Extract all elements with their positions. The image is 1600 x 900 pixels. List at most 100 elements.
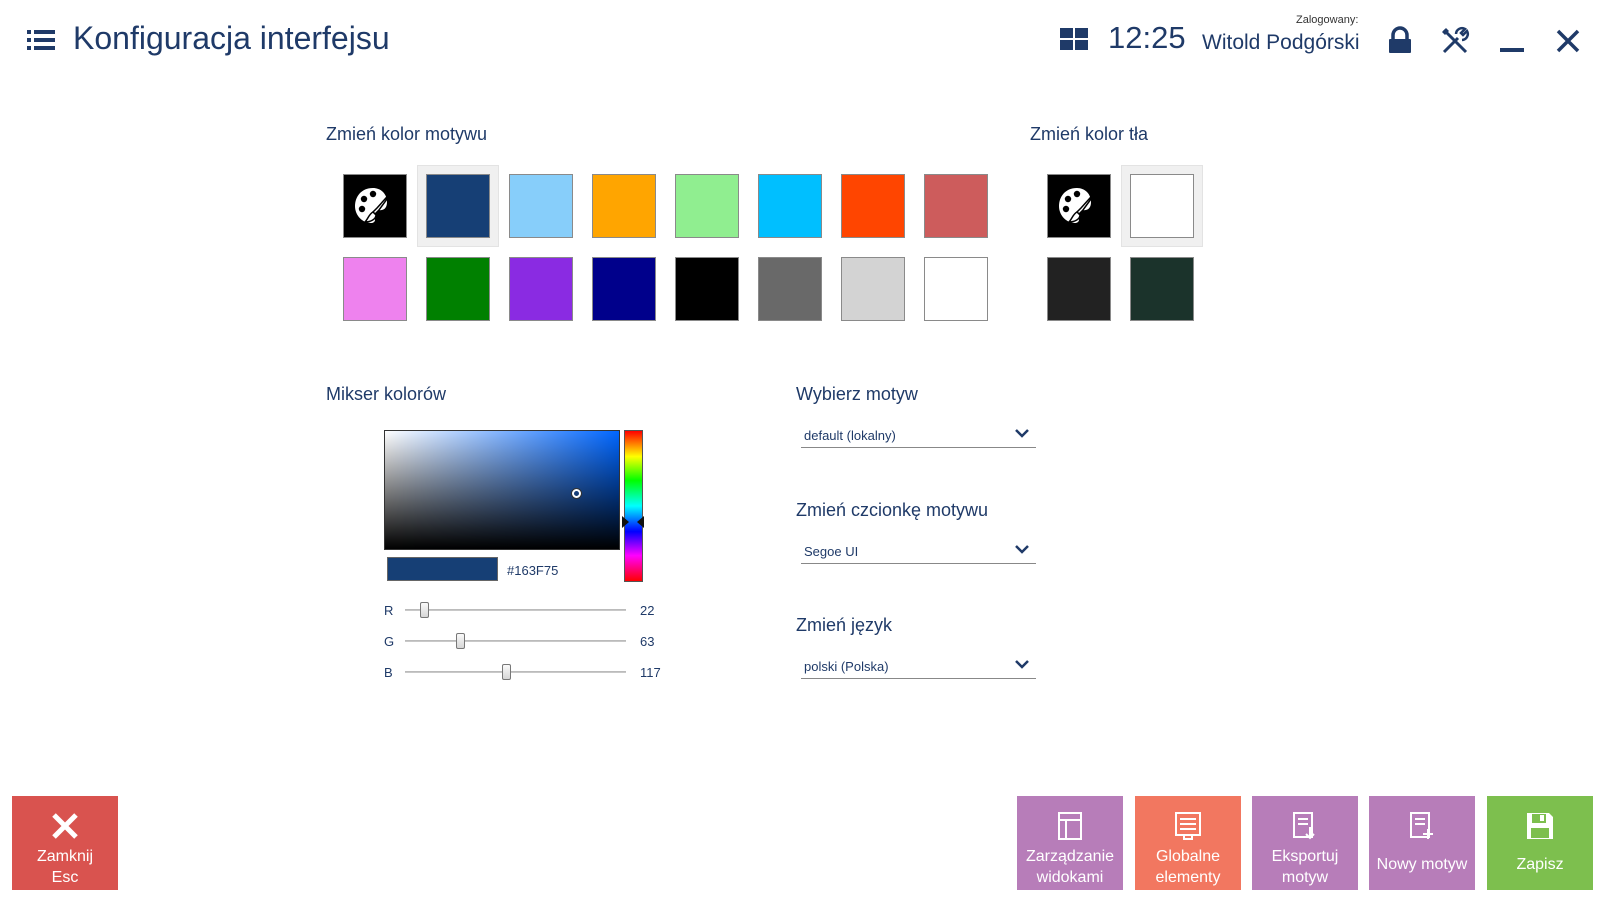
palette-swatch — [343, 174, 407, 238]
save-icon — [1525, 810, 1555, 842]
color-swatch-fill — [592, 174, 656, 238]
tools-button[interactable] — [1438, 24, 1472, 58]
language-select-label: Zmień język — [796, 615, 893, 635]
theme-color-swatch[interactable] — [583, 165, 665, 247]
color-swatch-fill — [1047, 257, 1111, 321]
close-button[interactable]: Zamknij Esc — [12, 796, 118, 890]
list-icon — [1173, 810, 1203, 842]
blue-slider-thumb[interactable] — [502, 664, 512, 680]
minimize-icon — [1500, 48, 1524, 52]
layout-icon — [1055, 810, 1085, 842]
font-select-value: Segoe UI — [804, 544, 859, 559]
blue-label: B — [384, 665, 393, 680]
color-swatch-fill — [509, 174, 573, 238]
user-name: Witold Podgórski — [1202, 31, 1360, 54]
red-label: R — [384, 603, 394, 618]
color-swatch-fill — [343, 257, 407, 321]
background-color-swatch[interactable] — [1121, 248, 1203, 330]
save-label: Zapisz — [1516, 856, 1564, 873]
theme-color-swatch[interactable] — [417, 248, 499, 330]
saturation-value-picker[interactable] — [384, 430, 620, 550]
background-color-swatch[interactable] — [1121, 165, 1203, 247]
new-theme-button[interactable]: Nowy motyw — [1369, 796, 1475, 890]
logged-in-label: Zalogowany: — [1296, 14, 1359, 26]
red-slider-track[interactable] — [405, 609, 626, 611]
green-slider-thumb[interactable] — [455, 633, 465, 649]
color-swatch-fill — [841, 174, 905, 238]
color-swatch-fill — [675, 174, 739, 238]
blue-value: 117 — [640, 665, 661, 680]
global-elements-button[interactable]: Globalne elementy — [1135, 796, 1241, 890]
save-button[interactable]: Zapisz — [1487, 796, 1593, 890]
color-swatch-fill — [924, 257, 988, 321]
color-swatch-fill — [426, 257, 490, 321]
color-swatch-fill — [924, 174, 988, 238]
export-theme-button[interactable]: Eksportuj motyw — [1252, 796, 1358, 890]
menu-icon[interactable] — [27, 30, 55, 50]
language-select[interactable]: polski (Polska) — [801, 655, 1036, 679]
font-select[interactable]: Segoe UI — [801, 540, 1036, 564]
color-swatch-fill — [1130, 257, 1194, 321]
theme-color-swatch[interactable] — [915, 248, 997, 330]
chevron-down-icon — [1015, 429, 1029, 438]
close-window-button[interactable] — [1551, 24, 1585, 58]
theme-color-swatch[interactable] — [500, 165, 582, 247]
theme-select-value: default (lokalny) — [804, 428, 896, 443]
clock: 12:25 — [1108, 20, 1186, 55]
theme-color-swatch[interactable] — [749, 165, 831, 247]
theme-select[interactable]: default (lokalny) — [801, 424, 1036, 448]
palette-icon — [355, 187, 396, 223]
manage-views-label: Zarządzanie widokami — [1025, 848, 1115, 886]
green-value: 63 — [640, 634, 655, 649]
theme-color-swatch[interactable] — [832, 248, 914, 330]
close-button-label: Zamknij Esc — [36, 848, 93, 886]
lock-button[interactable] — [1383, 24, 1417, 58]
theme-custom-color-button[interactable] — [334, 165, 416, 247]
background-color-label: Zmień kolor tła — [1030, 124, 1149, 144]
color-swatch-fill — [758, 174, 822, 238]
page-title: Konfiguracja interfejsu — [73, 20, 390, 56]
picker-cursor[interactable] — [572, 489, 581, 498]
green-label: G — [384, 634, 395, 649]
export-theme-label: Eksportuj motyw — [1271, 848, 1339, 886]
color-swatch-fill — [592, 257, 656, 321]
color-swatch-fill — [1130, 174, 1194, 238]
layout-grid-icon[interactable] — [1060, 28, 1088, 52]
font-select-label: Zmień czcionkę motywu — [796, 500, 989, 520]
tools-icon — [1442, 26, 1470, 54]
close-icon — [1556, 29, 1580, 53]
hue-slider[interactable] — [624, 430, 643, 582]
global-elements-label: Globalne elementy — [1155, 848, 1221, 886]
hue-marker-left[interactable] — [622, 516, 629, 528]
background-color-swatch[interactable] — [1038, 248, 1120, 330]
blue-slider-track[interactable] — [405, 671, 626, 673]
minimize-button[interactable] — [1495, 24, 1529, 58]
theme-color-swatch[interactable] — [500, 248, 582, 330]
hue-marker-right[interactable] — [637, 516, 644, 528]
chevron-down-icon — [1015, 660, 1029, 669]
color-swatch-fill — [509, 257, 573, 321]
theme-color-swatch[interactable] — [334, 248, 416, 330]
palette-icon — [1059, 187, 1100, 223]
theme-select-label: Wybierz motyw — [796, 384, 918, 404]
theme-color-swatch[interactable] — [915, 165, 997, 247]
color-mixer-label: Mikser kolorów — [326, 384, 447, 404]
theme-color-label: Zmień kolor motywu — [326, 124, 488, 144]
close-icon — [50, 810, 80, 842]
green-slider-track[interactable] — [405, 640, 626, 642]
theme-color-swatch[interactable] — [417, 165, 499, 247]
theme-color-swatch[interactable] — [583, 248, 665, 330]
theme-color-swatch[interactable] — [749, 248, 831, 330]
manage-views-button[interactable]: Zarządzanie widokami — [1017, 796, 1123, 890]
red-value: 22 — [640, 603, 655, 618]
theme-color-swatch[interactable] — [832, 165, 914, 247]
background-custom-color-button[interactable] — [1038, 165, 1120, 247]
new-document-icon — [1407, 810, 1437, 842]
color-preview — [387, 557, 498, 581]
color-swatch-fill — [841, 257, 905, 321]
hex-value: #163F75 — [507, 563, 559, 578]
lock-icon — [1389, 26, 1411, 53]
red-slider-thumb[interactable] — [420, 602, 430, 618]
theme-color-swatch[interactable] — [666, 165, 748, 247]
theme-color-swatch[interactable] — [666, 248, 748, 330]
